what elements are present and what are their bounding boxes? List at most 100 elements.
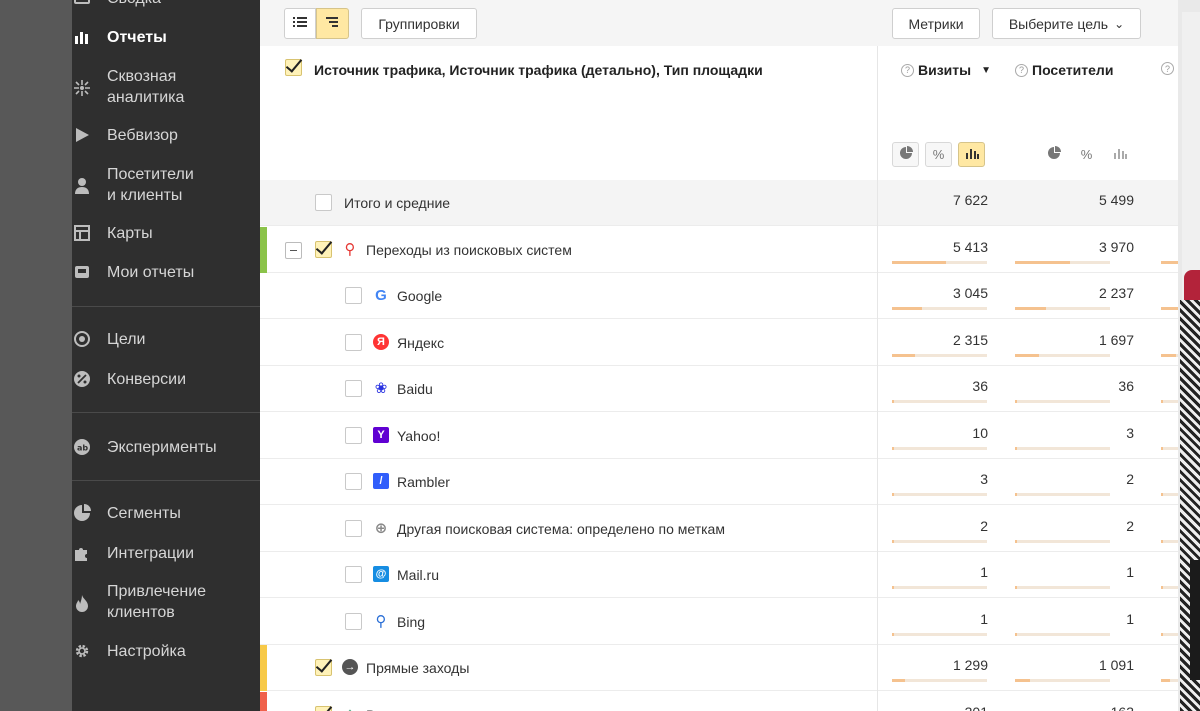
visitors-bar-button[interactable]	[1106, 142, 1133, 167]
row-checkbox[interactable]	[315, 705, 332, 711]
dimension-header-checkbox[interactable]	[285, 59, 302, 76]
visits-pie-button[interactable]	[892, 142, 919, 167]
share-bar-track	[892, 446, 987, 450]
table-row[interactable]: G Google 3 045 2 237	[260, 273, 1178, 319]
sidebar-item-segments[interactable]: Сегменты	[72, 503, 260, 527]
groupings-button[interactable]: Группировки	[361, 8, 477, 39]
row-label[interactable]: Переходы из поисковых систем	[366, 242, 572, 258]
yahoo-icon: Y	[373, 426, 389, 443]
share-bar	[1015, 446, 1017, 450]
metrics-button[interactable]: Метрики	[892, 8, 980, 39]
table-row[interactable]: ❀ Baidu 36 36	[260, 366, 1178, 412]
share-bar	[1015, 586, 1017, 589]
row-label[interactable]: Rambler	[397, 474, 450, 490]
sidebar-item-label: Карты	[107, 225, 153, 242]
visitors-value: 1	[1126, 564, 1134, 580]
sidebar-item-integrations[interactable]: Интеграции	[72, 543, 260, 567]
goal-select[interactable]: Выберите цель ⌄	[992, 8, 1141, 39]
reports-icon	[72, 27, 92, 47]
share-bar-track	[1161, 400, 1178, 403]
view-list-button[interactable]	[284, 8, 316, 39]
next-column-header[interactable]: ?	[1161, 62, 1174, 75]
info-icon[interactable]: ?	[901, 63, 914, 77]
share-bar	[1161, 586, 1163, 589]
visits-column-header[interactable]: ? Визиты ▼	[901, 62, 991, 78]
table-row[interactable]: ⚲ Переходы из поисковых систем 5 413 3 970	[260, 226, 1178, 273]
visits-bar-button[interactable]	[958, 142, 985, 167]
info-icon[interactable]: ?	[1161, 62, 1174, 75]
table-row[interactable]: ⚲ Bing 1 1	[260, 598, 1178, 645]
view-tree-button[interactable]	[316, 8, 349, 39]
share-bar	[892, 353, 915, 357]
sidebar-item-client-acquisition[interactable]: Привлечение клиентов	[72, 581, 260, 625]
my-reports-icon	[72, 262, 92, 282]
share-bar	[1015, 260, 1070, 264]
visitors-percent-button[interactable]: %	[1073, 142, 1100, 167]
table-row[interactable]: ⌂ Внутренние переходы 301 163	[260, 691, 1178, 711]
row-label[interactable]: Mail.ru	[397, 567, 439, 583]
table-row[interactable]: @ Mail.ru 1 1	[260, 552, 1178, 598]
row-checkbox[interactable]	[345, 380, 362, 397]
visitors-column-header[interactable]: ? Посетители	[1015, 62, 1113, 78]
row-checkbox[interactable]	[345, 519, 362, 537]
row-checkbox[interactable]	[315, 194, 332, 211]
share-bar-track	[1015, 400, 1110, 403]
sidebar-item-end-to-end-analytics[interactable]: Сквозная аналитика	[72, 66, 260, 110]
row-checkbox[interactable]	[345, 612, 362, 630]
sidebar-item-label: Интеграции	[107, 545, 195, 562]
row-label[interactable]: Яндекс	[397, 335, 444, 351]
sidebar-item-webvisor[interactable]: Вебвизор	[72, 125, 260, 149]
sidebar-item-label: Цели	[107, 331, 146, 348]
sidebar-item-label: Конверсии	[107, 371, 187, 388]
row-label[interactable]: Bing	[397, 614, 425, 630]
row-checkbox[interactable]	[345, 566, 362, 583]
gear-icon	[72, 641, 92, 661]
row-checkbox[interactable]	[315, 659, 332, 676]
row-checkbox[interactable]	[345, 287, 362, 304]
table-row[interactable]: ⊕ Другая поисковая система: определено по…	[260, 505, 1178, 552]
row-label[interactable]: Другая поисковая система: определено по …	[397, 521, 725, 537]
visitors-value: 3 970	[1098, 238, 1134, 255]
play-icon	[72, 125, 92, 145]
collapse-toggle[interactable]	[285, 241, 302, 259]
sidebar-item-goals[interactable]: Цели	[72, 329, 260, 353]
row-label[interactable]: Baidu	[397, 381, 433, 397]
row-label[interactable]: Прямые заходы	[366, 660, 469, 676]
sidebar-item-label: Отчеты	[107, 29, 167, 46]
sidebar-item-reports[interactable]: Отчеты	[72, 27, 260, 51]
totals-row[interactable]: Итого и средние 7 622 5 499	[260, 180, 1178, 226]
row-checkbox[interactable]	[345, 473, 362, 490]
sidebar-item-my-reports[interactable]: Мои отчеты	[72, 262, 260, 286]
table-row[interactable]: / Rambler 3 2	[260, 459, 1178, 505]
row-label[interactable]: Внутренние переходы	[366, 707, 510, 711]
share-bar	[1161, 353, 1177, 357]
visits-percent-button[interactable]: %	[925, 142, 952, 167]
share-bar-track	[892, 539, 987, 543]
row-label[interactable]: Yahoo!	[397, 428, 440, 444]
sidebar-item-conversions[interactable]: Конверсии	[72, 369, 260, 393]
pie-icon	[72, 503, 92, 523]
table-row[interactable]: Я Яндекс 2 315 1 697	[260, 319, 1178, 366]
sidebar-item-maps[interactable]: Карты	[72, 223, 260, 247]
sidebar-item-experiments[interactable]: ab Эксперименты	[72, 437, 260, 461]
visitors-pie-button[interactable]	[1040, 142, 1067, 167]
puzzle-icon	[72, 543, 92, 563]
search-icon: ⚲	[344, 240, 356, 258]
row-checkbox[interactable]	[345, 426, 362, 444]
visitors-value: 5 499	[1098, 192, 1134, 208]
table-row[interactable]: Y Yahoo! 10 3	[260, 412, 1178, 459]
sidebar-item-settings[interactable]: Настройка	[72, 641, 260, 665]
visitors-value: 163	[1054, 704, 1134, 711]
share-bar	[892, 493, 894, 496]
row-checkbox[interactable]	[345, 333, 362, 351]
sidebar-item-summary[interactable]: Сводка	[72, 0, 260, 12]
row-checkbox[interactable]	[315, 240, 332, 258]
sidebar-item-visitors[interactable]: Посетители и клиенты	[72, 164, 260, 208]
row-color-marker	[260, 645, 267, 691]
share-bar-track	[1015, 539, 1110, 543]
row-label[interactable]: Итого и средние	[344, 195, 450, 211]
row-label[interactable]: Google	[397, 288, 442, 304]
table-row[interactable]: → Прямые заходы 1 299 1 091	[260, 645, 1178, 691]
visits-value: 301	[908, 704, 988, 711]
info-icon[interactable]: ?	[1015, 63, 1028, 77]
